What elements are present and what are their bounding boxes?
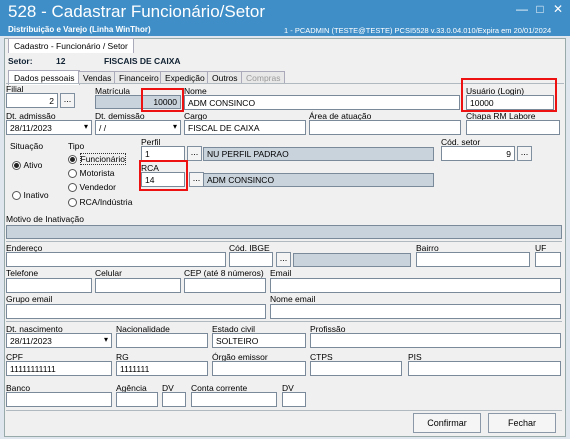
tipo-label: Tipo (68, 141, 85, 151)
close-icon[interactable]: ✕ (550, 2, 566, 16)
motivo-inativacao-field (6, 225, 562, 239)
estado-civil-field[interactable]: SOLTEIRO (212, 333, 306, 348)
ibge-lookup-button[interactable]: ... (276, 252, 291, 267)
cargo-field[interactable]: FISCAL DE CAIXA (184, 120, 306, 135)
pis-field[interactable] (408, 361, 561, 376)
cep-label: CEP (até 8 números) (184, 268, 264, 278)
filial-field[interactable]: 2 (6, 93, 58, 108)
perfil-name-field: NU PERFIL PADRAO (203, 147, 434, 161)
perfil-code-field[interactable]: 1 (141, 146, 185, 161)
telefone-label: Telefone (6, 268, 39, 278)
inativo-radio[interactable]: Inativo (12, 190, 49, 201)
grupo-email-label: Grupo email (6, 294, 53, 304)
nome-email-label: Nome email (270, 294, 316, 304)
chapa-field[interactable] (466, 120, 560, 135)
rca-lookup-button[interactable]: ... (189, 172, 204, 187)
cod-setor-lookup-button[interactable]: ... (517, 146, 532, 161)
minimize-icon[interactable]: — (514, 2, 530, 16)
cod-ibge-field[interactable] (229, 252, 273, 267)
highlight-box-matricula (141, 88, 184, 112)
setor-label: Setor: (8, 56, 33, 66)
conta-corrente-field[interactable] (191, 392, 277, 407)
dv-agencia-field[interactable] (162, 392, 186, 407)
tipo-motorista-radio[interactable]: Motorista (68, 168, 114, 179)
confirmar-button[interactable]: Confirmar (413, 413, 481, 433)
tipo-rca-radio[interactable]: RCA/Indústria (68, 197, 132, 208)
profissao-field[interactable] (310, 333, 561, 348)
perfil-lookup-button[interactable]: ... (187, 146, 202, 161)
agencia-field[interactable] (116, 392, 158, 407)
section-divider-2 (6, 321, 562, 322)
motivo-inativacao-label: Motivo de Inativação (6, 214, 84, 224)
maximize-icon[interactable]: □ (532, 2, 548, 16)
endereco-field[interactable] (6, 252, 226, 267)
ctps-field[interactable] (310, 361, 402, 376)
dt-nascimento-picker[interactable]: 28/11/2023 (6, 333, 112, 348)
bairro-field[interactable] (416, 252, 530, 267)
nome-email-field[interactable] (270, 304, 561, 319)
uf-field[interactable] (535, 252, 561, 267)
email-field[interactable] (270, 278, 561, 293)
filial-lookup-button[interactable]: ... (60, 93, 75, 108)
rca-name-field: ADM CONSINCO (203, 173, 434, 187)
footer-divider (6, 410, 562, 411)
banco-field[interactable] (6, 392, 112, 407)
nacionalidade-field[interactable] (116, 333, 208, 348)
session-info: 1 - PCADMIN (TESTE@TESTE) PCSI5528 v.33.… (284, 26, 552, 35)
cpf-field[interactable]: 11111111111 (6, 361, 112, 376)
setor-name: FISCAIS DE CAIXA (104, 56, 181, 66)
dt-demissao-picker[interactable]: / / (95, 120, 181, 135)
setor-code: 12 (56, 56, 66, 66)
highlight-box-usuario (461, 78, 557, 112)
tipo-funcionario-radio[interactable]: Funcionário (68, 153, 126, 165)
situacao-label: Situação (10, 141, 44, 151)
highlight-box-rca (139, 160, 188, 191)
nome-field[interactable]: ADM CONSINCO (184, 95, 460, 110)
area-atuacao-field[interactable] (309, 120, 461, 135)
email-label: Email (270, 268, 292, 278)
cep-field[interactable] (184, 278, 266, 293)
tipo-vendedor-radio[interactable]: Vendedor (68, 182, 116, 193)
grupo-email-field[interactable] (6, 304, 266, 319)
telefone-field[interactable] (6, 278, 92, 293)
window-title: 528 - Cadastrar Funcionário/Setor (8, 2, 266, 21)
celular-label: Celular (95, 268, 122, 278)
rg-field[interactable]: 1111111 (116, 361, 208, 376)
dt-admissao-picker[interactable]: 28/11/2023 (6, 120, 92, 135)
page-tab[interactable]: Cadastro - Funcionário / Setor (8, 38, 134, 53)
celular-field[interactable] (95, 278, 181, 293)
window-subtitle: Distribuição e Varejo (Linha WinThor) (8, 25, 151, 34)
ativo-radio[interactable]: Ativo (12, 160, 42, 171)
dv-conta-field[interactable] (282, 392, 306, 407)
section-divider (6, 241, 562, 242)
cidade-field (293, 253, 411, 267)
orgao-emissor-field[interactable] (212, 361, 306, 376)
fechar-button[interactable]: Fechar (488, 413, 556, 433)
cod-setor-field[interactable]: 9 (441, 146, 515, 161)
